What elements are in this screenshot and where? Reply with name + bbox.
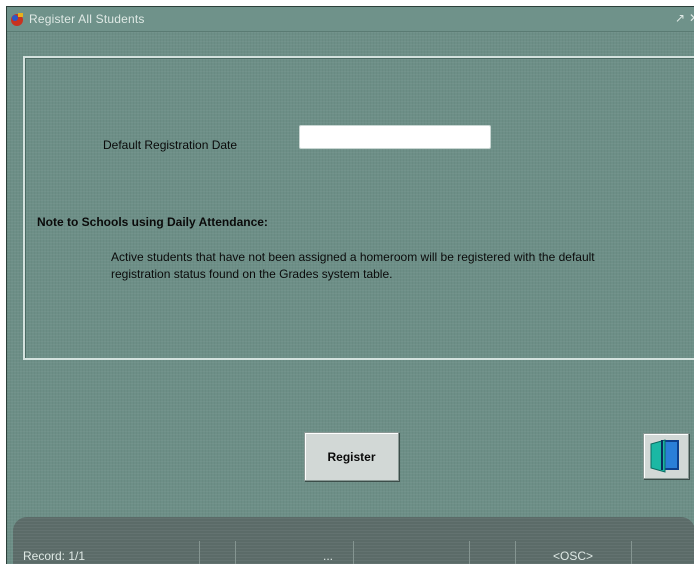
status-divider [235,541,236,564]
title-bar: Register All Students ↗ ✕ [7,7,694,32]
registration-panel [23,56,694,360]
default-registration-date-label: Default Registration Date [103,138,238,152]
exit-door-icon [650,439,679,473]
status-divider [515,541,516,564]
app-icon [9,11,25,27]
status-divider [631,541,632,564]
status-divider [353,541,354,564]
record-indicator: Record: 1/1 [23,549,86,563]
osc-mode-indicator: <OSC> [553,549,594,563]
register-all-students-window: Register All Students ↗ ✕ Default Regist… [6,6,694,564]
default-registration-date-input[interactable] [299,125,491,149]
note-heading: Note to Schools using Daily Attendance: [37,215,268,229]
status-bar: Record: 1/1 ... <OSC> [13,517,694,564]
register-button[interactable]: Register [304,432,399,481]
window-title: Register All Students [29,12,145,26]
status-divider [469,541,470,564]
status-ellipsis: ... [323,549,334,563]
note-body: Active students that have not been assig… [111,250,595,281]
status-divider [199,541,200,564]
restore-arrow-icon[interactable]: ↗ [673,11,687,25]
close-icon[interactable]: ✕ [687,11,694,25]
exit-button[interactable] [643,433,689,479]
